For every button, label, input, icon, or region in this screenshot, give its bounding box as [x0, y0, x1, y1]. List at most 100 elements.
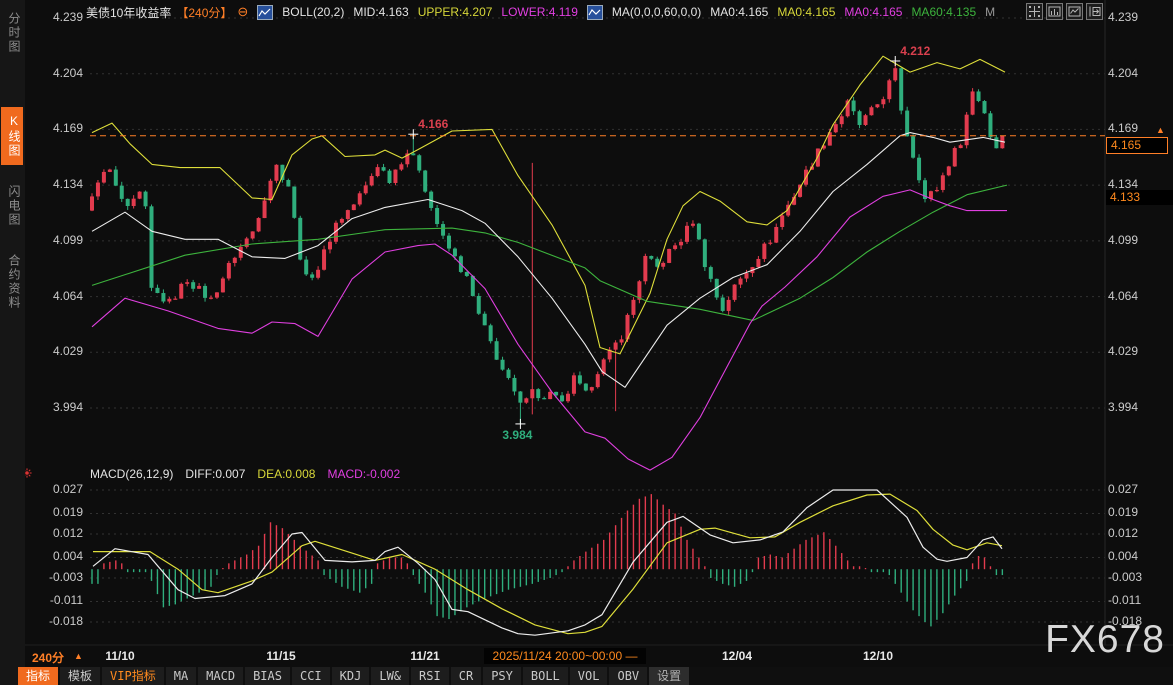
indicator-tab-OBV[interactable]: OBV [609, 667, 647, 685]
macd-value: MACD:-0.002 [327, 467, 400, 481]
macd-axis-label-left: 0.019 [25, 505, 83, 519]
ma60-line [92, 185, 1007, 320]
time-axis-label: 12/10 [863, 649, 893, 663]
extreme-markers [408, 56, 900, 429]
price-axis-label-left: 4.099 [25, 233, 83, 247]
period-badge[interactable]: 【240分】 [176, 4, 232, 21]
price-axis-label-right: 4.169 [1108, 121, 1138, 135]
add-indicator-pane-icon[interactable] [1046, 3, 1063, 20]
price-axis-label-left: 4.064 [25, 289, 83, 303]
price-axis-label-left: 4.169 [25, 121, 83, 135]
time-axis: 240分 ▲ 2025/11/24 20:00~00:00 — 11/10 11/… [0, 645, 1173, 667]
macd-dea-value: DEA:0.008 [257, 467, 315, 481]
macd-axis-label-left: 0.004 [25, 549, 83, 563]
macd-label: MACD(26,12,9) [90, 467, 173, 481]
price-up-arrow-icon: ▲ [1156, 125, 1165, 135]
macd-axis-label-right: 0.004 [1108, 549, 1138, 563]
boll-upper-value: UPPER:4.207 [418, 5, 493, 19]
ma-values: MA0:4.165 MA0:4.165 MA0:4.165 MA60:4.135 [710, 5, 976, 19]
boll-chart-icon [257, 5, 273, 20]
indicator-tab-CR[interactable]: CR [451, 667, 481, 685]
brand-watermark: FX678 [1045, 618, 1165, 662]
ma60-price-tag: 4.133 [1106, 190, 1173, 205]
macd-diff-value: DIFF:0.007 [185, 467, 245, 481]
indicator-tab-VIP指标[interactable]: VIP指标 [102, 667, 164, 685]
boll-label: BOLL(20,2) [282, 5, 344, 19]
indicator-tab-模板[interactable]: 模板 [60, 667, 100, 685]
ma-value-2: MA0:4.165 [844, 5, 902, 19]
indicator-tab-RSI[interactable]: RSI [411, 667, 449, 685]
high-price-annotation: 4.212 [900, 44, 930, 58]
time-axis-label: 11/15 [266, 649, 295, 663]
boll-mid-value: MID:4.163 [353, 5, 408, 19]
macd-axis-label-left: -0.011 [25, 593, 83, 607]
ma-label: MA(0,0,0,60,0,0) [612, 5, 701, 19]
sidebar-tab-合约资料[interactable]: 合约资料 [1, 247, 23, 317]
gridlines [25, 0, 1173, 645]
indicator-tab-BOLL[interactable]: BOLL [523, 667, 568, 685]
high-price-annotation: 4.166 [418, 117, 448, 131]
indicator-tab-KDJ[interactable]: KDJ [332, 667, 370, 685]
crosshair-date-label: 2025/11/24 20:00~00:00 — [484, 648, 646, 664]
time-axis-label: 11/21 [410, 649, 439, 663]
price-chart-canvas[interactable] [0, 0, 1173, 685]
boll-mid-line [92, 133, 1005, 388]
period-expand-icon[interactable]: ▲ [74, 651, 83, 661]
indicator-tab-BIAS[interactable]: BIAS [245, 667, 290, 685]
indicator-tab-指标[interactable]: 指标 [18, 667, 58, 685]
sidebar-tab-闪电图[interactable]: 闪电图 [1, 178, 23, 234]
time-axis-label: 11/10 [105, 649, 134, 663]
collapse-right-panel-icon[interactable] [1086, 3, 1103, 20]
switch-pane-icon[interactable] [1066, 3, 1083, 20]
price-axis-label-right: 4.064 [1108, 289, 1138, 303]
price-axis-label-left: 4.204 [25, 66, 83, 80]
indicator-tab-设置[interactable]: 设置 [649, 667, 689, 685]
ma-value-0: MA0:4.165 [710, 5, 768, 19]
sidebar: 分时图 K线图闪电图合约资料 [0, 0, 25, 685]
indicator-tab-PSY[interactable]: PSY [483, 667, 521, 685]
price-axis-label-right: 4.239 [1108, 10, 1138, 24]
ma-value-3: MA60:4.135 [911, 5, 976, 19]
candlestick-series [90, 61, 1004, 424]
macd-axis-label-right: 0.027 [1108, 482, 1138, 496]
chart-toolbar [1026, 3, 1103, 20]
collapse-indicator-icon[interactable]: ⊖ [237, 4, 248, 20]
indicator-tabbar: 指标模板VIP指标MAMACDBIASCCIKDJLW&RSICRPSYBOLL… [18, 667, 1173, 685]
price-axis-label-left: 4.239 [25, 10, 83, 24]
macd-axis-label-right: -0.003 [1108, 570, 1142, 584]
time-axis-label: 12/04 [722, 649, 752, 663]
indicator-tab-CCI[interactable]: CCI [292, 667, 330, 685]
price-axis-label-left: 4.134 [25, 177, 83, 191]
macd-axis-label-left: -0.018 [25, 614, 83, 628]
macd-axis-label-left: 0.027 [25, 482, 83, 496]
sidebar-tab-分时图[interactable]: 分时图 [1, 5, 23, 61]
header-suffix: M [985, 5, 995, 19]
period-label[interactable]: 240分 [32, 649, 64, 666]
indicator-tab-VOL[interactable]: VOL [570, 667, 608, 685]
macd-axis-label-right: 0.019 [1108, 505, 1138, 519]
price-axis-label-left: 4.029 [25, 344, 83, 358]
price-axis-label-right: 4.099 [1108, 233, 1138, 247]
indicator-header: 美债10年收益率 【240分】 ⊖ BOLL(20,2) MID:4.163 U… [86, 3, 995, 21]
last-price-tag[interactable]: 4.165 [1106, 137, 1168, 154]
sidebar-tab-K线图[interactable]: K线图 [1, 107, 23, 165]
macd-diff-line [93, 490, 1002, 635]
ma-value-1: MA0:4.165 [777, 5, 835, 19]
macd-axis-label-left: 0.012 [25, 526, 83, 540]
price-axis-label-right: 4.204 [1108, 66, 1138, 80]
macd-axis-label-left: -0.003 [25, 570, 83, 584]
boll-lower-value: LOWER:4.119 [501, 5, 577, 19]
indicator-tab-LW&[interactable]: LW& [371, 667, 409, 685]
indicator-tab-MA[interactable]: MA [166, 667, 196, 685]
symbol-title: 美债10年收益率 [86, 4, 171, 21]
crosshair-tool-icon[interactable] [1026, 3, 1043, 20]
chart-application: 分时图 K线图闪电图合约资料 美债10年收益率 【240分】 ⊖ BOLL(20,… [0, 0, 1173, 685]
indicator-tab-MACD[interactable]: MACD [198, 667, 243, 685]
low-price-annotation: 3.984 [502, 428, 532, 442]
macd-header: MACD(26,12,9) DIFF:0.007 DEA:0.008 MACD:… [90, 467, 400, 481]
macd-axis-label-right: -0.011 [1108, 593, 1141, 607]
price-axis-label-right: 3.994 [1108, 400, 1138, 414]
macd-axis-label-right: 0.012 [1108, 526, 1138, 540]
ma-chart-icon [587, 5, 603, 20]
price-axis-label-left: 3.994 [25, 400, 83, 414]
